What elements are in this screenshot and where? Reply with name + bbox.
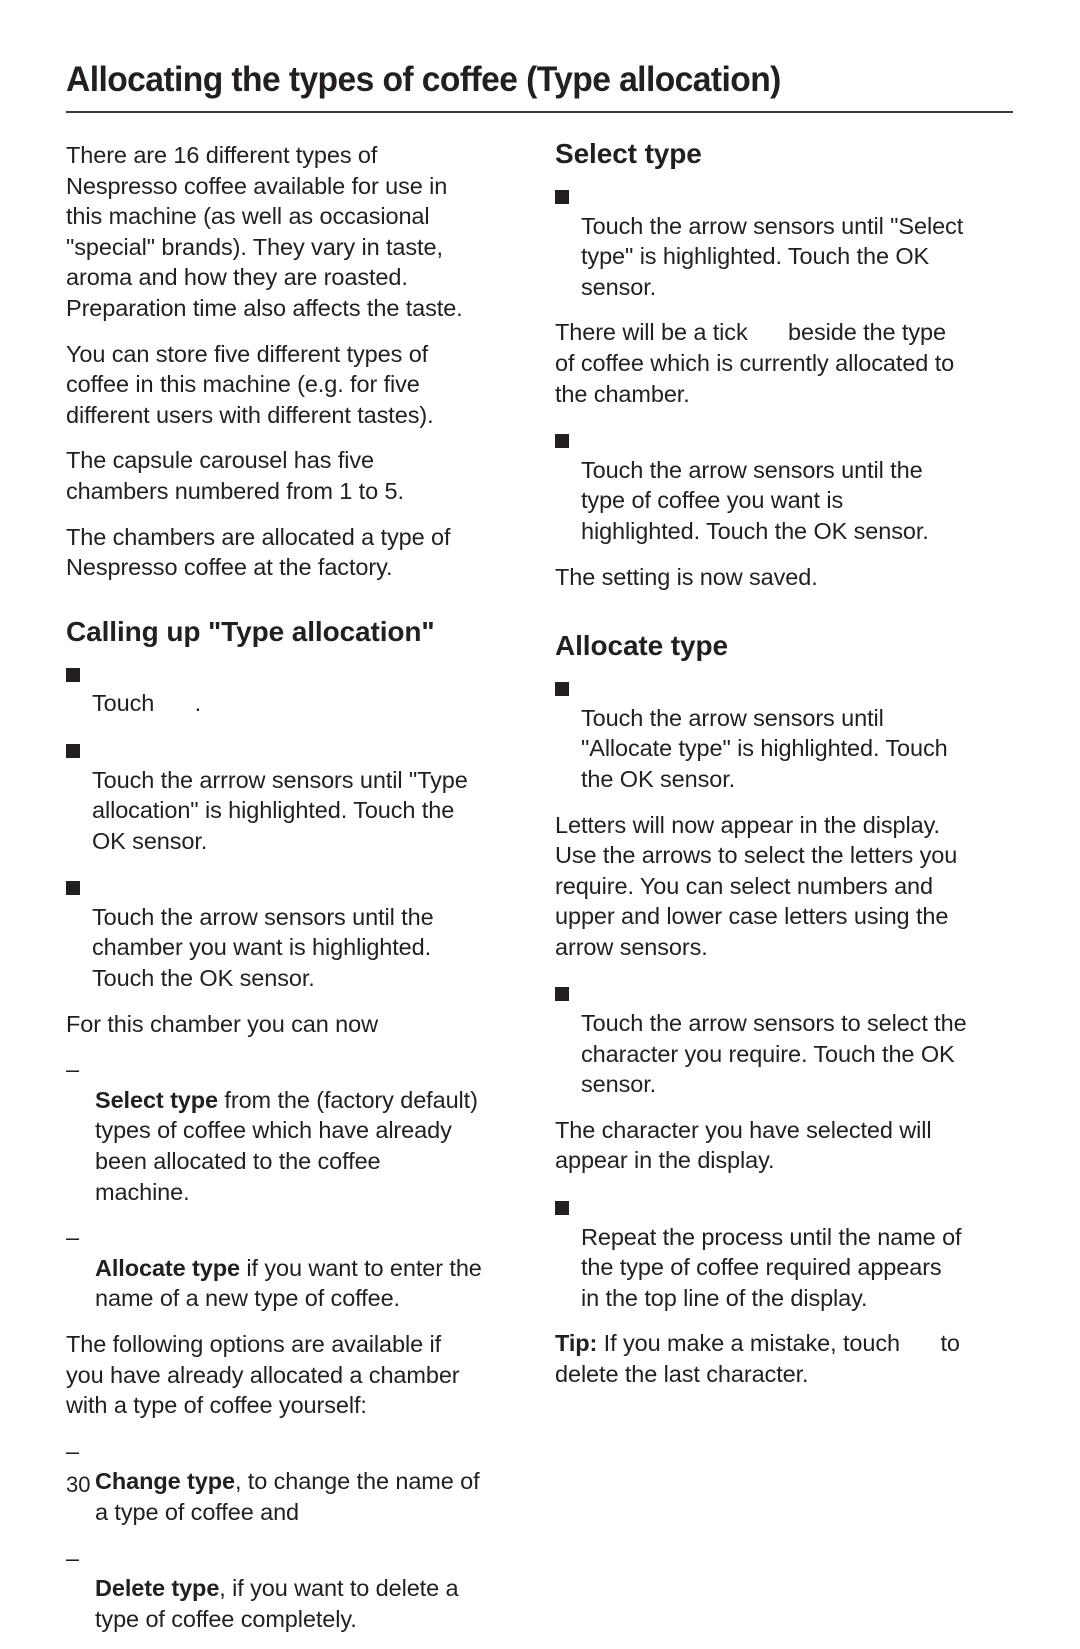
left-column: There are 16 different types of Nespress…	[66, 140, 536, 1649]
letters-text: Letters will now appear in the display. …	[555, 811, 958, 960]
step-select-character: Touch the arrow sensors to select the ch…	[555, 977, 1025, 1099]
section-heading-allocate-type: Allocate type	[555, 630, 728, 662]
bullet-square-icon	[555, 1201, 569, 1216]
section-heading-calling-up: Calling up "Type allocation"	[66, 615, 435, 647]
bullet-square-icon	[66, 881, 80, 896]
step-repeat-process: Repeat the process until the name of the…	[555, 1191, 1025, 1313]
option-select-type: – Select type from the (factory default) …	[66, 1056, 478, 1205]
dash-marker: –	[66, 1056, 79, 1083]
step-highlight-select-type: Touch the arrow sensors until "Select ty…	[555, 180, 1025, 302]
bullet-square-icon	[555, 987, 569, 1002]
option-allocate-type: – Allocate type if you want to enter the …	[66, 1224, 482, 1312]
tip-label: Tip:	[555, 1330, 598, 1357]
dash-marker: –	[66, 1437, 79, 1464]
tick-text: There will be a tick beside the type of …	[555, 319, 955, 407]
step-select-chamber: Touch the arrow sensors until the chambe…	[66, 871, 536, 993]
bullet-square-icon	[555, 190, 569, 204]
section-heading-select-type: Select type	[555, 138, 702, 169]
for-chamber-text: For this chamber you can now	[66, 1010, 378, 1037]
bullet-square-icon	[555, 682, 569, 697]
page-number: 30	[66, 1472, 91, 1497]
option-delete-type: – Delete type, if you want to delete a ty…	[66, 1544, 459, 1632]
bullet-square-icon	[66, 743, 80, 758]
following-options-text: The following options are available if y…	[66, 1331, 460, 1419]
character-selected-text: The character you have selected will app…	[555, 1116, 932, 1174]
intro-paragraph: The capsule carousel has five chambers n…	[66, 447, 404, 504]
dash-marker: –	[66, 1544, 79, 1571]
dash-marker: –	[66, 1224, 79, 1251]
step-highlight-coffee: Touch the arrow sensors until the type o…	[555, 424, 1025, 546]
page-title: Allocating the types of coffee (Type all…	[66, 60, 781, 99]
right-column: Select type Touch the arrow sensors unti…	[555, 134, 1025, 1405]
option-change-type: – Change type, to change the name of a ty…	[66, 1437, 480, 1525]
step-touch-menu: Touch .	[66, 658, 536, 719]
intro-paragraph: There are 16 different types of Nespress…	[66, 142, 463, 321]
bullet-square-icon	[66, 667, 80, 682]
bullet-square-icon	[555, 434, 569, 449]
intro-paragraph: You can store five different types of co…	[66, 340, 434, 428]
step-highlight-allocate-type: Touch the arrow sensors until "Allocate …	[555, 672, 1025, 794]
tip-text: Tip: If you make a mistake, touch to del…	[555, 1330, 960, 1387]
setting-saved-text: The setting is now saved.	[555, 563, 818, 590]
title-divider	[66, 111, 1013, 113]
step-select-type-allocation: Touch the arrrow sensors until "Type all…	[66, 734, 536, 856]
intro-paragraph: The chambers are allocated a type of Nes…	[66, 523, 451, 581]
